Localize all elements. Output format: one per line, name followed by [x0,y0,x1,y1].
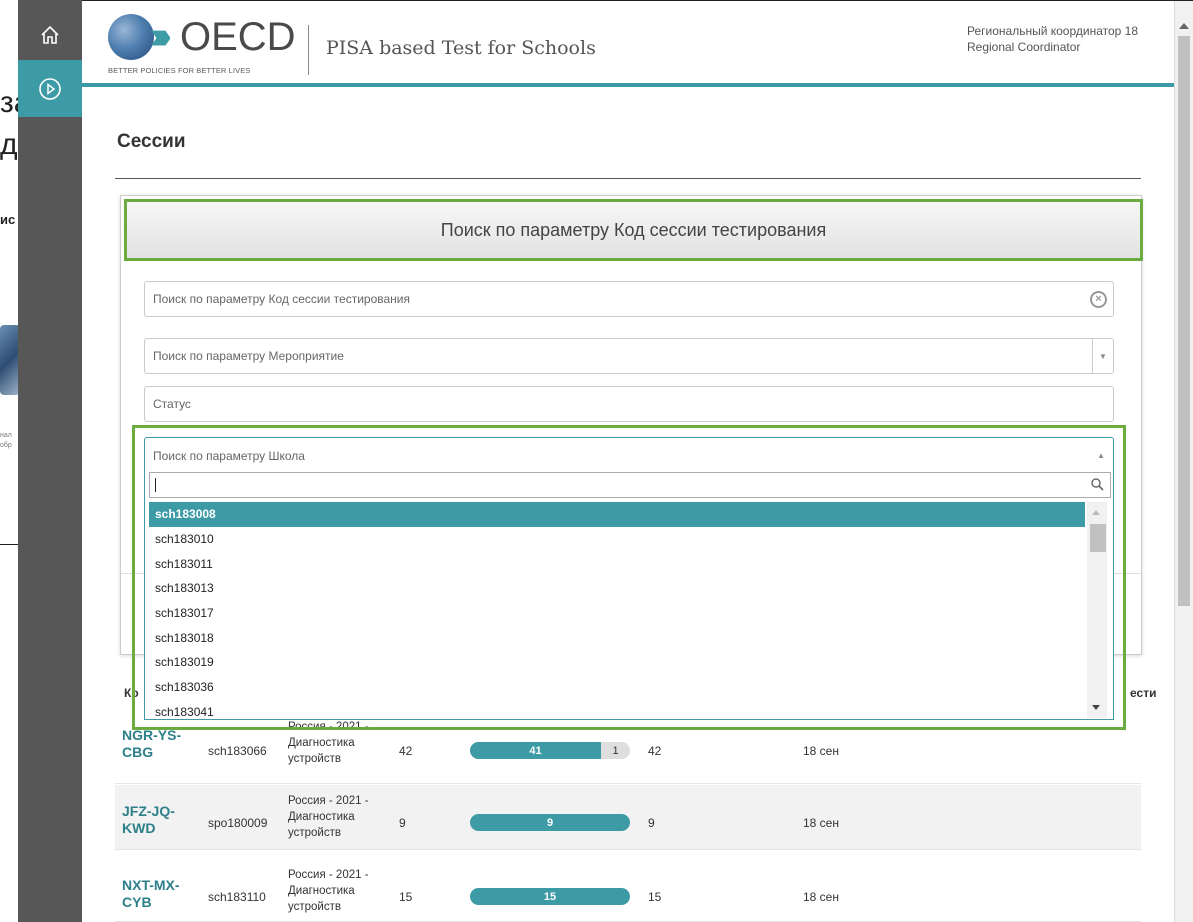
background-text-fragment: нал [0,432,12,439]
event-line: Диагностика [288,737,355,749]
chevron-down-icon[interactable]: ▼ [1092,339,1113,373]
session-code-line: KWD [122,820,156,836]
user-role-en: Regional Coordinator [966,40,1081,54]
progress-fill: 41 [470,742,601,759]
dropdown-option[interactable]: sch183013 [149,576,1085,601]
user-role-ru: Региональный координатор 18 [966,24,1138,38]
home-button[interactable] [18,10,82,60]
play-circle-icon [39,77,61,100]
date-cell: 18 сен [803,816,839,830]
title-divider [115,178,1141,179]
session-code-line: CYB [122,894,152,910]
session-code-line: CBG [122,744,154,760]
logo-text: OECD [180,15,296,59]
background-text-fragment: д [0,128,18,161]
session-code-link[interactable]: JFZ-JQ- KWD [122,803,202,837]
chevron-up-icon[interactable]: ▲ [1097,451,1105,460]
page-scrollbar[interactable] [1174,1,1193,922]
background-margin [0,545,18,922]
logo-tagline: BETTER POLICIES FOR BETTER LIVES [108,66,251,75]
oecd-chevrons-logo: ››› [150,15,172,57]
school-dropdown-menu: sch183008 sch183010 sch183011 sch183013 … [144,472,1114,720]
count-cell: 9 [399,816,406,830]
dropdown-option[interactable]: sch183019 [149,650,1085,675]
dropdown-scrollbar[interactable] [1087,502,1107,718]
dropdown-option[interactable]: sch183036 [149,675,1085,700]
session-code-placeholder: Поиск по параметру Код сессии тестирован… [153,292,410,306]
school-cell: sch183110 [208,890,266,904]
scroll-thumb[interactable] [1178,36,1190,606]
event-cell: Россия - 2021 - Диагностика устройств [288,793,398,841]
app-window: ››› OECD BETTER POLICIES FOR BETTER LIVE… [82,0,1193,922]
dropdown-option[interactable]: sch183041 [149,700,1085,720]
search-icon [1091,478,1104,491]
app-title: PISA based Test for Schools [326,37,596,59]
event-line: устройств [288,827,341,839]
event-cell: Россия - 2021 - Диагностика устройств [288,867,398,915]
column-header-partial[interactable]: ести [1130,686,1156,700]
header: ››› OECD BETTER POLICIES FOR BETTER LIVE… [82,1,1193,87]
count2-cell: 9 [648,816,655,830]
event-line: Россия - 2021 - [288,869,369,881]
school-placeholder: Поиск по параметру Школа [153,448,305,463]
background-text-fragment: ис [0,212,16,227]
dropdown-option[interactable]: sch183008 [149,502,1085,527]
date-cell: 18 сен [803,744,839,758]
user-info[interactable]: Региональный координатор 18 Regional Coo… [967,23,1138,55]
screen: { "background_window": { "text_fragments… [0,0,1193,922]
dropdown-option[interactable]: sch183010 [149,527,1085,552]
session-code-link[interactable]: NGR-YS- CBG [122,727,202,761]
clear-icon[interactable]: × [1090,291,1107,308]
text-cursor [155,478,156,492]
count-cell: 42 [399,744,413,758]
school-select[interactable]: Поиск по параметру Школа ▲ [144,437,1114,473]
event-line: Диагностика [288,885,355,897]
table-row[interactable]: NXT-MX- CYB sch183110 Россия - 2021 - Диаг… [115,857,1141,922]
progress-bar: 41 1 [470,742,630,759]
table-row[interactable]: JFZ-JQ- KWD spo180009 Россия - 2021 - Диаг… [115,785,1141,850]
dropdown-option[interactable]: sch183018 [149,625,1085,650]
event-line: Россия - 2021 - [288,795,369,807]
scroll-down-arrow[interactable] [1092,705,1100,710]
event-line: Диагностика [288,811,355,823]
scroll-up-arrow[interactable] [1092,510,1100,515]
nav-rail [18,0,82,922]
oecd-globe-logo [108,14,154,60]
scroll-up-arrow[interactable] [1179,23,1189,29]
status-placeholder: Статус [153,397,191,411]
school-cell: spo180009 [208,816,268,830]
progress-bar: 9 [470,814,630,831]
date-cell: 18 сен [803,890,839,904]
session-code-search-input[interactable]: Поиск по параметру Код сессии тестирован… [144,281,1114,317]
count2-cell: 42 [648,744,662,758]
home-icon [41,25,59,44]
count-cell: 15 [399,890,413,904]
search-panel-heading[interactable]: Поиск по параметру Код сессии тестирован… [124,199,1143,261]
dropdown-option[interactable]: sch183017 [149,601,1085,626]
sessions-nav-button[interactable] [18,60,82,117]
status-input[interactable]: Статус [144,386,1114,422]
page-title: Сессии [117,131,186,152]
school-cell: sch183066 [208,744,267,758]
dropdown-option[interactable]: sch183011 [149,551,1085,576]
progress-bar: 15 [470,888,630,905]
dropdown-scroll-thumb[interactable] [1090,524,1106,552]
progress-remaining: 1 [612,744,619,757]
event-line: устройств [288,753,341,765]
school-dropdown-search-input[interactable] [149,472,1111,498]
school-options-list: sch183008 sch183010 sch183011 sch183013 … [149,502,1085,720]
background-image [0,325,20,395]
header-separator [308,25,309,75]
progress-fill: 9 [470,814,630,831]
session-code-line: NXT-MX- [122,877,180,893]
session-code-line: JFZ-JQ- [122,803,175,819]
count2-cell: 15 [648,890,662,904]
background-text-fragment: обр [0,442,12,449]
event-select[interactable]: Поиск по параметру Мероприятие ▼ [144,338,1114,374]
event-line: устройств [288,901,341,913]
session-code-link[interactable]: NXT-MX- CYB [122,877,202,911]
progress-fill: 15 [470,888,630,905]
event-placeholder: Поиск по параметру Мероприятие [153,349,344,363]
